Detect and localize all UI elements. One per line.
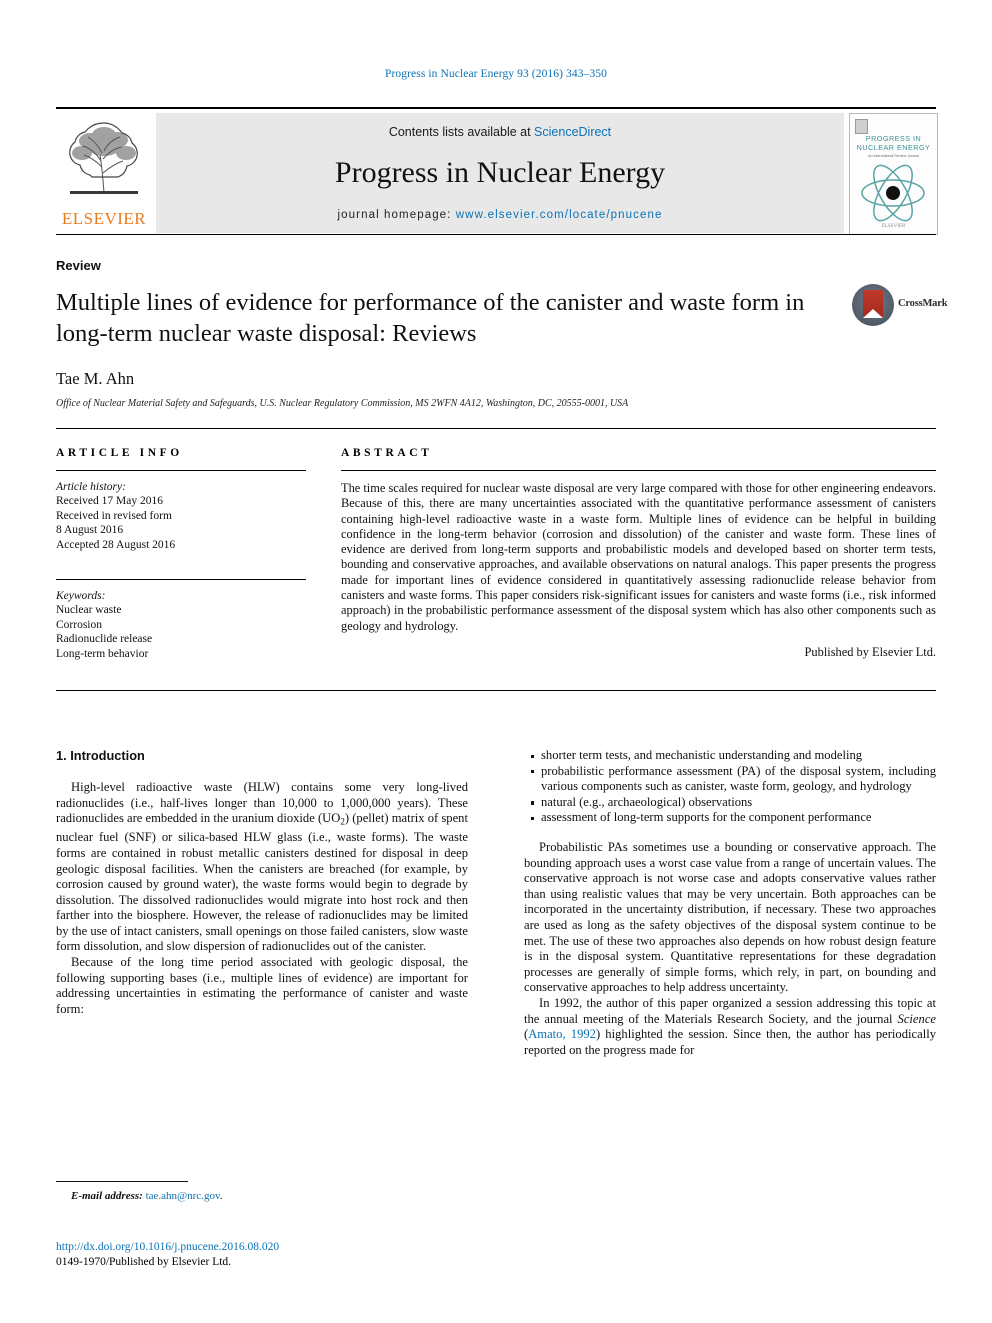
history-item: Received in revised form (56, 509, 172, 522)
intro-paragraph-2: Because of the long time period associat… (56, 955, 468, 1016)
list-item: shorter term tests, and mechanistic unde… (531, 748, 936, 764)
elsevier-logo: ELSEVIER (56, 113, 152, 233)
body-column-left: 1. Introduction High-level radioactive w… (56, 748, 468, 1017)
history-item: Accepted 28 August 2016 (56, 538, 176, 551)
journal-cover-thumbnail: PROGRESS IN NUCLEAR ENERGY An Internatio… (849, 113, 938, 235)
masthead-bottom-rule (56, 234, 936, 235)
keyword-item: Radionuclide release (56, 633, 153, 646)
intro-paragraph-1: High-level radioactive waste (HLW) conta… (56, 780, 468, 955)
journal-homepage-line: journal homepage: www.elsevier.com/locat… (156, 209, 844, 221)
crossmark-badge[interactable]: CrossMark (852, 284, 948, 328)
list-item: probabilistic performance assessment (PA… (531, 763, 936, 794)
article-history-label: Article history: (56, 481, 126, 493)
cover-stamp-icon (855, 119, 868, 134)
article-type: Review (56, 258, 101, 273)
issn-publisher-line: 0149-1970/Published by Elsevier Ltd. (56, 1255, 232, 1268)
crossmark-icon (852, 284, 894, 326)
journal-article-page: Progress in Nuclear Energy 93 (2016) 343… (0, 0, 992, 1323)
right-paragraph-2: In 1992, the author of this paper organi… (524, 996, 936, 1058)
list-item: assessment of long-term supports for the… (531, 810, 936, 826)
article-info-rule (56, 470, 306, 471)
history-item: 8 August 2016 (56, 524, 124, 537)
journal-masthead: ELSEVIER Contents lists available at Sci… (56, 107, 938, 235)
elsevier-wordmark: ELSEVIER (61, 209, 147, 228)
contents-available-line: Contents lists available at ScienceDirec… (156, 125, 844, 139)
homepage-label: journal homepage: (337, 209, 456, 221)
keywords-rule (56, 579, 306, 581)
email-link[interactable]: tae.ahn@nrc.gov (146, 1190, 220, 1202)
article-author: Tae M. Ahn (56, 369, 135, 388)
keyword-item: Nuclear waste (56, 604, 122, 617)
keywords-label: Keywords: (56, 590, 106, 603)
intro-p1-part-b: ) (pellet) matrix of spent nuclear fuel … (56, 811, 468, 954)
contents-prefix: Contents lists available at (388, 125, 535, 139)
body-column-right: shorter term tests, and mechanistic unde… (524, 748, 936, 1058)
sciencedirect-link[interactable]: ScienceDirect (534, 125, 611, 139)
running-head: Progress in Nuclear Energy 93 (2016) 343… (384, 68, 607, 80)
article-affiliation: Office of Nuclear Material Safety and Sa… (56, 398, 629, 409)
crossmark-label: CrossMark (898, 298, 948, 309)
abstract-heading: ABSTRACT (341, 447, 433, 459)
footnote-email: E-mail address: tae.ahn@nrc.gov. (56, 1190, 468, 1202)
abstract-published-by: Published by Elsevier Ltd. (804, 644, 936, 659)
abstract-column: ABSTRACT The time scales required for nu… (341, 447, 936, 660)
cover-footer-logo: ELSEVIER (881, 224, 906, 229)
masthead-band: Contents lists available at ScienceDirec… (156, 113, 844, 233)
list-item: natural (e.g., archaeological) observati… (531, 795, 936, 811)
abstract-text: The time scales required for nuclear was… (341, 481, 936, 633)
article-header: Review Multiple lines of evidence for pe… (56, 258, 948, 409)
history-item: Received 17 May 2016 (56, 495, 163, 508)
article-info-column: ARTICLE INFO Article history: Received 1… (56, 447, 306, 661)
keyword-item: Corrosion (56, 618, 102, 631)
abstract-rule (341, 470, 936, 471)
info-section-top-rule (56, 428, 936, 429)
article-title: Multiple lines of evidence for performan… (56, 289, 805, 347)
email-trailing-period: . (219, 1190, 223, 1202)
section-heading-introduction: 1. Introduction (56, 748, 145, 763)
keywords-group: Keywords: Nuclear waste Corrosion Radion… (56, 589, 306, 661)
doi-block: http://dx.doi.org/10.1016/j.pnucene.2016… (56, 1240, 556, 1269)
journal-title: Progress in Nuclear Energy (334, 156, 666, 189)
citation-link-amato-1992[interactable]: Amato, 1992 (528, 1027, 596, 1041)
crossmark-book-shape (863, 290, 883, 318)
footnote-rule (56, 1181, 188, 1182)
homepage-url-link[interactable]: www.elsevier.com/locate/pnucene (456, 209, 663, 221)
info-section-bottom-rule (56, 690, 936, 691)
right-paragraph-1: Probabilistic PAs sometimes use a boundi… (524, 839, 936, 995)
article-history-group: Article history: Received 17 May 2016 Re… (56, 480, 306, 552)
atom-icon (861, 164, 925, 222)
right-p2-part-a: In 1992, the author of this paper organi… (524, 995, 936, 1026)
journal-name-science: Science (897, 1011, 936, 1026)
keyword-item: Long-term behavior (56, 647, 149, 660)
cover-title: PROGRESS IN NUCLEAR ENERGY (856, 134, 931, 152)
elsevier-tree-icon (60, 115, 148, 203)
article-info-heading: ARTICLE INFO (56, 447, 183, 459)
doi-link[interactable]: http://dx.doi.org/10.1016/j.pnucene.2016… (56, 1240, 556, 1255)
masthead-top-rule (56, 107, 936, 109)
evidence-bullet-list: shorter term tests, and mechanistic unde… (524, 748, 936, 826)
email-label: E-mail address: (71, 1190, 143, 1202)
